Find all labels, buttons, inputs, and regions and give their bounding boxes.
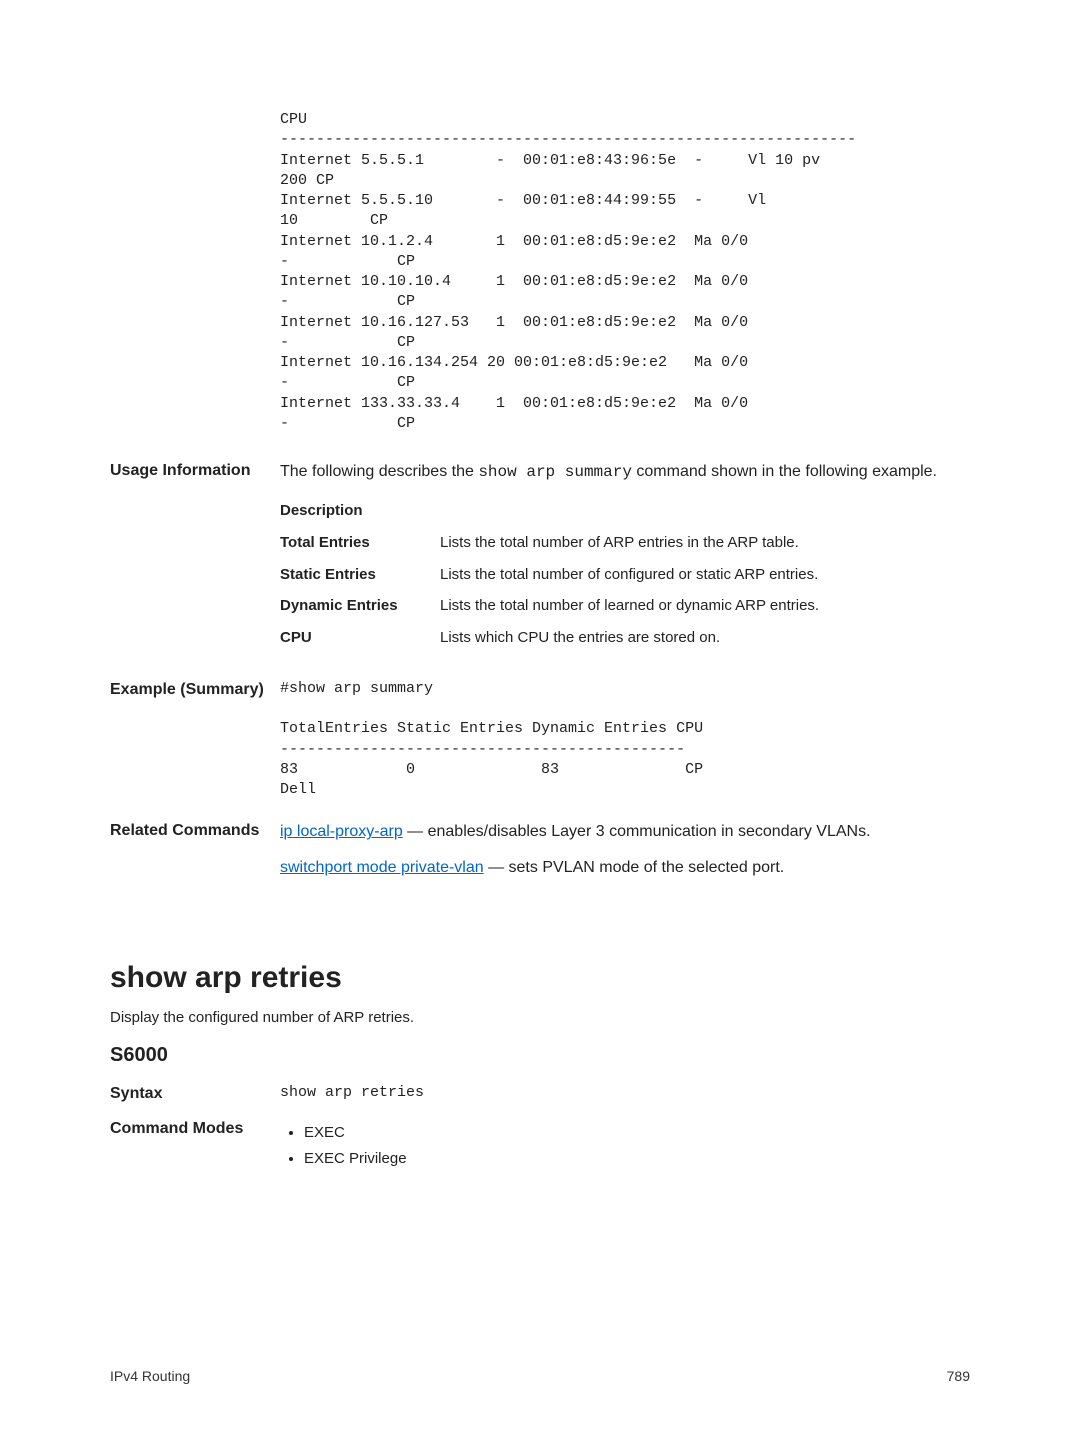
usage-intro-before: The following describes the: [280, 463, 478, 480]
related-command-text: — enables/disables Layer 3 communication…: [403, 823, 871, 840]
description-row: CPULists which CPU the entries are store…: [280, 627, 970, 649]
description-definition: Lists the total number of learned or dyn…: [440, 595, 970, 617]
command-modes-block: Command Modes EXEC EXEC Privilege: [110, 1118, 970, 1174]
usage-intro: The following describes the show arp sum…: [280, 460, 970, 484]
description-term: Total Entries: [280, 532, 440, 554]
description-definition: Lists which CPU the entries are stored o…: [440, 627, 970, 649]
section-subhead: Display the configured number of ARP ret…: [110, 1009, 970, 1026]
example-output-text: #show arp summary TotalEntries Static En…: [280, 679, 970, 801]
usage-label: Usage Information: [110, 460, 280, 659]
description-term: Static Entries: [280, 564, 440, 586]
command-mode-item: EXEC Privilege: [304, 1148, 970, 1170]
syntax-block: Syntax show arp retries: [110, 1083, 970, 1105]
section-heading: show arp retries: [110, 961, 970, 995]
arp-output-text: CPU ------------------------------------…: [280, 110, 970, 434]
related-command-item: ip local-proxy-arp — enables/disables La…: [280, 820, 970, 843]
related-label: Related Commands: [110, 820, 280, 890]
related-command-link[interactable]: ip local-proxy-arp: [280, 823, 403, 840]
footer-left: IPv4 Routing: [110, 1368, 190, 1384]
description-term: Dynamic Entries: [280, 595, 440, 617]
description-row: Dynamic EntriesLists the total number of…: [280, 595, 970, 617]
related-command-text: — sets PVLAN mode of the selected port.: [484, 859, 785, 876]
description-definition: Lists the total number of ARP entries in…: [440, 532, 970, 554]
command-mode-item: EXEC: [304, 1122, 970, 1144]
description-term: CPU: [280, 627, 440, 649]
command-modes-list: EXEC EXEC Privilege: [280, 1122, 970, 1170]
page-footer: IPv4 Routing 789: [110, 1368, 970, 1384]
description-definition: Lists the total number of configured or …: [440, 564, 970, 586]
example-summary-block: Example (Summary) #show arp summary Tota…: [110, 679, 970, 801]
arp-output-block: CPU ------------------------------------…: [110, 110, 970, 434]
description-row: Total EntriesLists the total number of A…: [280, 532, 970, 554]
related-command-link[interactable]: switchport mode private-vlan: [280, 859, 484, 876]
empty-label: [110, 110, 280, 434]
example-label: Example (Summary): [110, 679, 280, 801]
description-table: Description Total EntriesLists the total…: [280, 500, 970, 649]
footer-right: 789: [947, 1368, 970, 1384]
related-commands-block: Related Commands ip local-proxy-arp — en…: [110, 820, 970, 890]
usage-intro-after: command shown in the following example.: [632, 463, 937, 480]
description-row: Static EntriesLists the total number of …: [280, 564, 970, 586]
description-header: Description: [280, 500, 440, 522]
command-modes-label: Command Modes: [110, 1118, 280, 1174]
usage-information-block: Usage Information The following describe…: [110, 460, 970, 659]
syntax-label: Syntax: [110, 1083, 280, 1105]
model-heading: S6000: [110, 1044, 970, 1067]
syntax-value: show arp retries: [280, 1083, 970, 1103]
usage-intro-code: show arp summary: [478, 463, 632, 481]
related-command-item: switchport mode private-vlan — sets PVLA…: [280, 856, 970, 879]
